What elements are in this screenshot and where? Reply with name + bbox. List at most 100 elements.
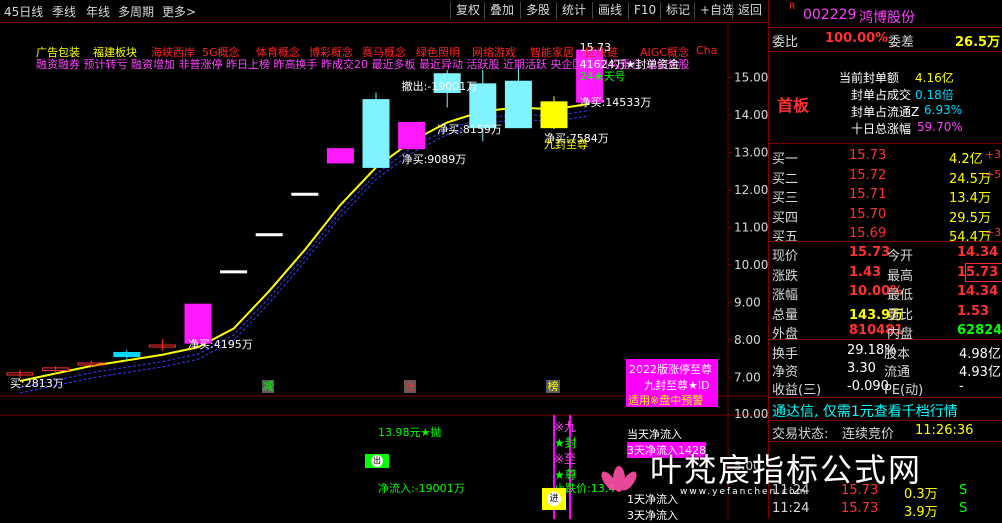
fund-v1: -0.090 (847, 379, 889, 394)
coin-in-box: 进 (542, 488, 566, 510)
sub-green-3: ★尊 (554, 468, 577, 482)
sub-green-0: ※九 (554, 420, 577, 434)
highlight-box (965, 263, 1002, 282)
quote-l2: 最低 (887, 288, 914, 303)
stock-code: 002229 (803, 7, 857, 23)
f10-button[interactable]: F10 (628, 2, 661, 19)
multi-stock-button[interactable]: 多股 (520, 2, 555, 19)
tick-price: 15.73 (841, 501, 879, 516)
sub-annotation: 13.98元★抛 (378, 426, 442, 439)
money-bag-icon: 出 (371, 455, 383, 467)
overlay-button[interactable]: 叠加 (484, 2, 519, 19)
board-row-value: 59.70% (917, 120, 963, 134)
kline-chart[interactable]: 15.00 14.00 13.00 12.00 11.00 10.00 9.00 8.00 7.… (0, 22, 768, 522)
quote-l2: 量比 (887, 307, 914, 323)
bid-chg: +5 (985, 167, 1002, 181)
price-annotation: 净买:8159万 (437, 122, 502, 136)
money-bag-icon: 进 (547, 492, 561, 506)
weicha-label: 委差 (888, 35, 915, 50)
bid-label: 买二 (772, 171, 799, 187)
fund-l2: 流通 (884, 365, 911, 380)
divider (769, 397, 1002, 398)
y-tick-label: 14.00 (734, 108, 768, 122)
quote-v2: 14.34 (957, 284, 999, 299)
board-row-label: 当前封单额 (839, 71, 900, 85)
y-tick-label: 9.00 (734, 295, 761, 309)
mark-button[interactable]: 标记 (660, 2, 695, 19)
bid-price: 15.70 (849, 206, 887, 222)
board-row-label: 十日总涨幅 (851, 122, 912, 136)
divider (769, 441, 1002, 442)
bid-chg: +3 (985, 148, 1002, 161)
y-tick-label: 8.00 (734, 333, 761, 347)
quote-v1: 1.43 (849, 264, 882, 280)
fund-v2: 4.93亿 (959, 365, 1001, 380)
stats-button[interactable]: 统计 (556, 2, 591, 19)
price-annotation: 九封至尊 (544, 137, 588, 151)
tick-vol: 3.9万 (904, 505, 938, 520)
board-row-value: 0.18倍 (915, 88, 954, 102)
ma-line (19, 102, 590, 382)
price-annotation: 净买:9089万 (401, 153, 467, 167)
period-quarter[interactable]: 季线 (52, 3, 76, 20)
bid-price: 15.72 (849, 167, 887, 183)
quote-l2: 最高 (887, 268, 914, 284)
candle-body (291, 192, 319, 196)
sub-annotation: 3天净流入 (627, 509, 678, 522)
fund-l1: 收益(三) (772, 383, 822, 398)
fund-v1: 3.30 (847, 361, 876, 376)
weicha-value: 26.5万 (955, 35, 1001, 50)
divider (769, 420, 1002, 421)
chart-toolbar: 45日线 季线 年线 多周期 更多> 复权 叠加 多股 统计 画线 F10 标记… (0, 0, 768, 23)
fund-l2: 股本 (884, 347, 911, 362)
adjust-button[interactable]: 复权 (450, 2, 485, 19)
strategy-title: 2022版涨停至尊 (629, 363, 712, 376)
sub-annotation: 净流入:-19001万 (378, 482, 465, 495)
y-tick-label: 13.00 (734, 145, 768, 159)
sub-annotation: 当天净流入 (627, 428, 682, 441)
candle-body (540, 101, 568, 129)
period-year[interactable]: 年线 (86, 3, 110, 20)
candle-body (398, 121, 426, 150)
period-45day[interactable]: 45日线 (4, 3, 43, 20)
divider (769, 51, 1002, 52)
weibi-value: 100.00% (825, 31, 889, 46)
sub-green-1: ★封 (554, 436, 577, 450)
quote-l1: 涨幅 (772, 288, 799, 303)
fund-l2: PE(动) (884, 383, 924, 398)
board-row-label: 封单占流通Z (851, 105, 920, 119)
candle-body (220, 270, 248, 274)
board-row-label: 封单占成交 (851, 88, 912, 102)
candle-body (362, 99, 390, 168)
quote-v1: 15.73 (849, 245, 891, 260)
quote-v2: 14.34 (957, 245, 999, 260)
draw-line-button[interactable]: 画线 (592, 2, 627, 19)
period-multi[interactable]: 多周期 (118, 3, 154, 20)
price-annotation: 净买:4195万 (188, 337, 253, 351)
bid-chg: +342 (985, 226, 1002, 239)
y-tick-label: 11.00 (734, 220, 768, 234)
more-button[interactable]: 更多> (162, 3, 196, 20)
ad-banner[interactable]: 通达信, 仅需1元查看千档行情 (772, 401, 958, 421)
board-label: 首板 (777, 96, 810, 115)
y-tick-label: 10.00 (734, 258, 768, 272)
price-annotation: 净买:14533万 (579, 95, 652, 109)
fund-l1: 净资 (772, 365, 799, 380)
quote-panel: R 002229 鸿博股份 委比 100.00% 委差 26.5万 首板 当前封… (768, 0, 1002, 520)
sub-annotation: 3天净流入1428 (627, 442, 706, 458)
price-annotation: 24★天号 (579, 70, 626, 84)
quote-l1: 现价 (772, 249, 799, 264)
ma-line-slower (19, 115, 590, 394)
price-annotation: 买:2813万 (10, 377, 64, 390)
stock-marker: R (789, 2, 796, 12)
candle-body (504, 80, 532, 129)
candle-body (326, 148, 354, 164)
marker-reduce: 减 (262, 380, 274, 393)
strategy-note: 适用※盘中预警 (628, 394, 704, 407)
board-row-value: 4.16亿 (915, 71, 954, 85)
strategy-box: 2022版涨停至尊 九封至尊★ID 适用※盘中预警 (626, 359, 718, 407)
back-button[interactable]: 返回 (732, 2, 767, 19)
candle-body (255, 233, 283, 237)
quote-l1: 总量 (772, 307, 799, 323)
bid-label: 买三 (772, 191, 799, 206)
